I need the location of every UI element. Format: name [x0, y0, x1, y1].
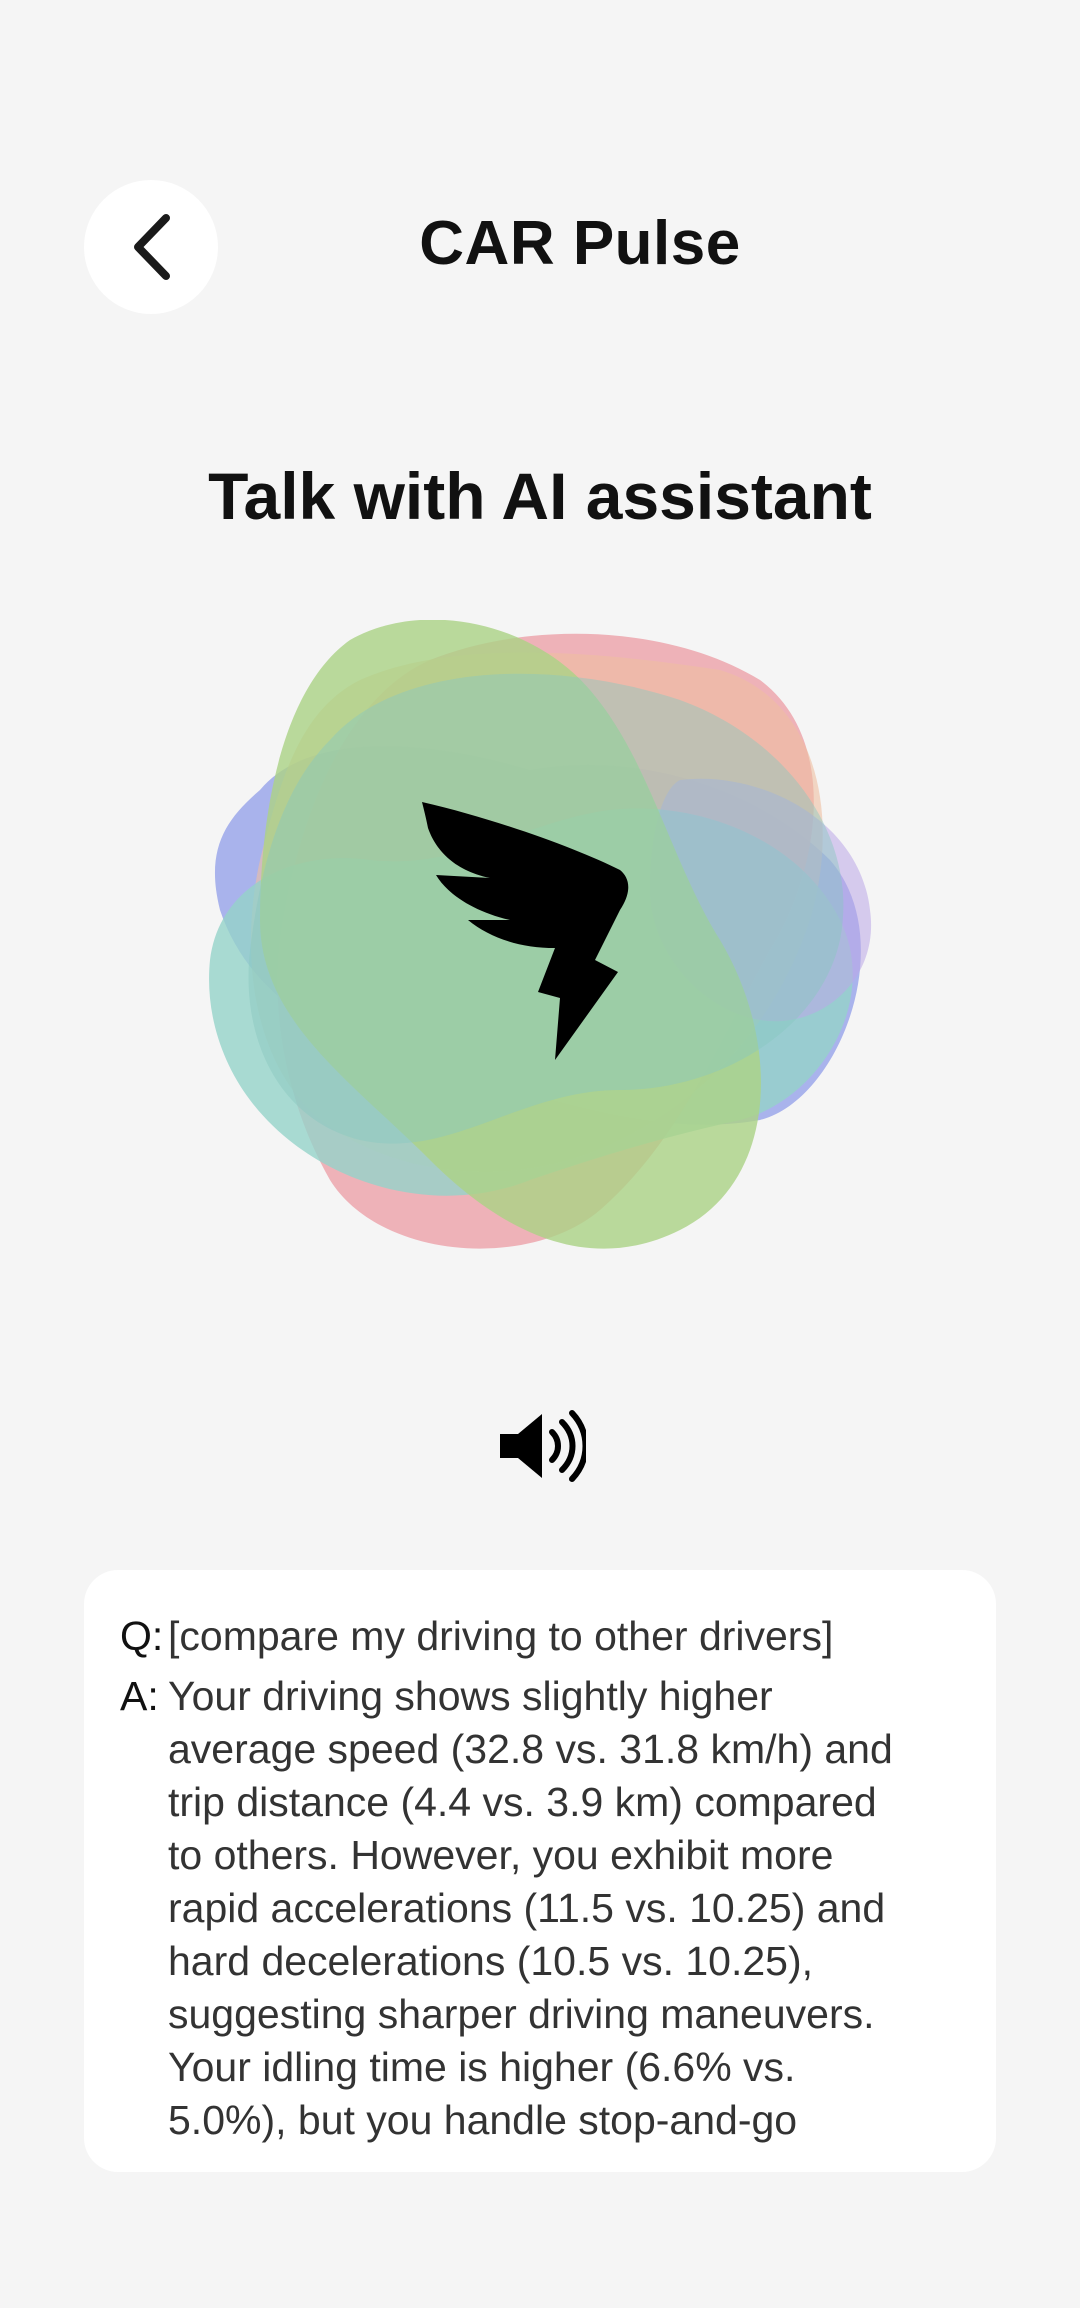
- transcript-card[interactable]: Q: [compare my driving to other drivers]…: [84, 1570, 996, 2172]
- assistant-heading: Talk with AI assistant: [208, 459, 872, 533]
- answer-row: A: Your driving shows slightly higher av…: [120, 1670, 960, 2147]
- ai-assistant-orb[interactable]: [200, 619, 880, 1260]
- speaker-button[interactable]: [496, 1408, 589, 1484]
- question-prefix: Q:: [120, 1613, 164, 1659]
- question-text: [compare my driving to other drivers]: [168, 1613, 834, 1659]
- question-row: Q: [compare my driving to other drivers]: [120, 1610, 960, 1663]
- answer-prefix: A:: [120, 1673, 159, 1719]
- answer-text: Your driving shows slightly higher avera…: [168, 1673, 893, 2143]
- app-title: CAR Pulse: [419, 209, 741, 278]
- orb-blobs: [209, 619, 872, 1249]
- speaker-volume-icon: [500, 1410, 589, 1482]
